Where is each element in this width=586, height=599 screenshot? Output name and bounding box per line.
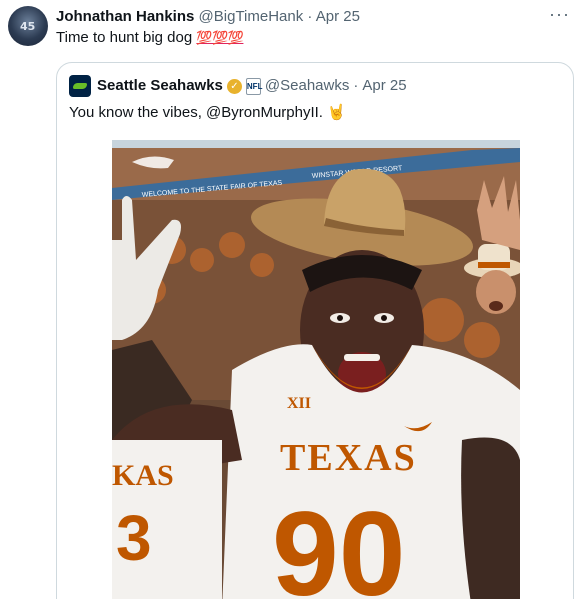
quoted-text: You know the vibes, @ByronMurphyII. 🤘 [69,103,346,123]
quoted-header: Seattle Seahawks ✓ NFL @Seahawks · Apr 2… [69,75,407,97]
quoted-date[interactable]: Apr 25 [362,76,406,96]
author-avatar[interactable]: 45 [8,6,48,46]
more-options-icon[interactable]: ··· [549,4,570,25]
side-jersey-number: 3 [116,502,152,574]
tweet-body: Time to hunt big dog [56,29,193,46]
tweet-header: Johnathan Hankins @BigTimeHank · Apr 25 [56,7,360,27]
gold-verified-icon[interactable]: ✓ [226,78,242,94]
separator-dot: · [307,8,313,25]
quoted-photo[interactable]: WELCOME TO THE STATE FAIR OF TEXAS WINST… [112,140,520,599]
rock-hand-emoji: 🤘 [327,104,346,121]
photo-illustration: WELCOME TO THE STATE FAIR OF TEXAS WINST… [112,140,520,599]
side-jersey-text: KAS [112,459,174,492]
seahawks-avatar[interactable] [69,75,91,97]
quoted-author-handle[interactable]: @Seahawks [265,76,349,96]
tweet-date[interactable]: Apr 25 [316,8,360,25]
avatar-jersey-number: 45 [20,20,36,33]
jersey-text: TEXAS [280,437,417,479]
quoted-tweet[interactable]: Seattle Seahawks ✓ NFL @Seahawks · Apr 2… [56,62,574,599]
author-name[interactable]: Johnathan Hankins [56,8,194,25]
tweet[interactable]: 45 Johnathan Hankins @BigTimeHank · Apr … [0,0,586,599]
side-player-jersey: KAS 3 [112,440,222,599]
quoted-author-name[interactable]: Seattle Seahawks [97,76,223,96]
sky [112,140,520,148]
author-handle[interactable]: @BigTimeHank [199,8,304,25]
tweet-text: Time to hunt big dog 💯💯💯 [56,28,244,48]
separator-dot: · [353,77,359,94]
quoted-body: You know the vibes, @ByronMurphyII. [69,104,323,121]
nfl-badge-icon[interactable]: NFL [245,77,262,95]
jersey-number: 90 [272,487,405,599]
hundred-emoji: 💯💯💯 [196,30,244,45]
tattooed-arm [461,437,520,599]
conference-logo: XII [287,395,311,412]
